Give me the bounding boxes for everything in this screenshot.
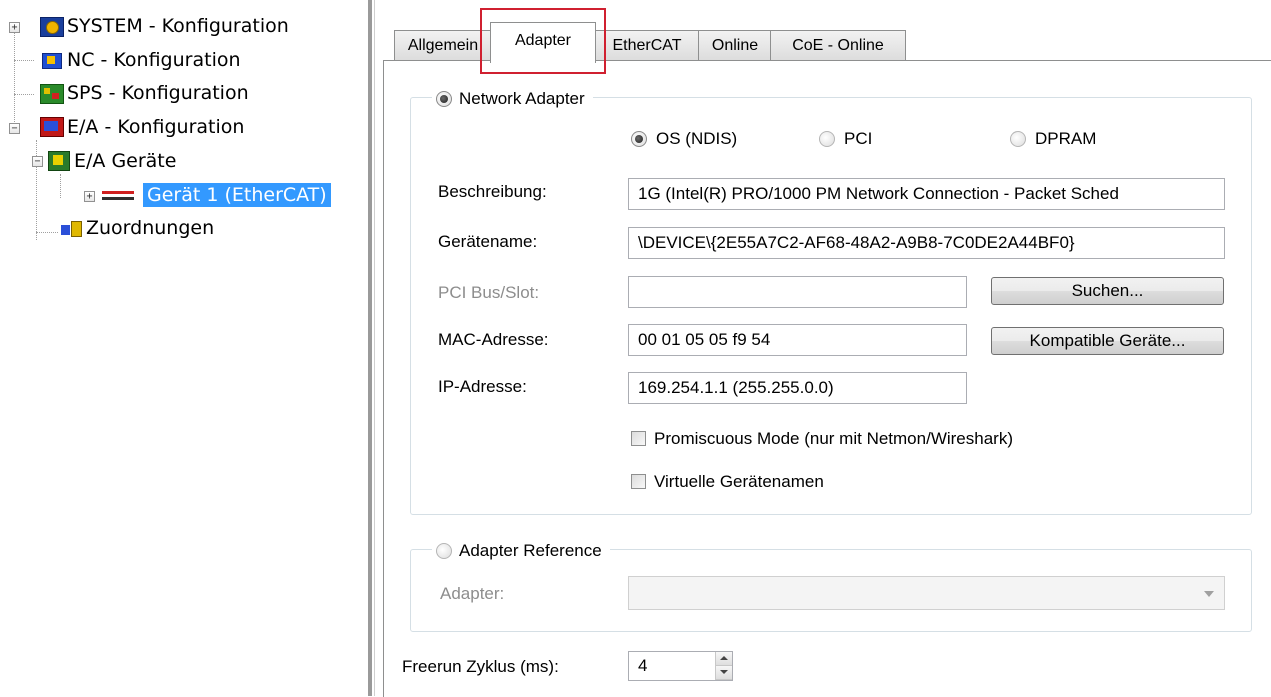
network-adapter-legend: Network Adapter — [432, 87, 593, 111]
adapter-reference-radio[interactable] — [436, 542, 452, 559]
mappings-icon — [60, 219, 82, 237]
network-adapter-label: Network Adapter — [459, 89, 585, 108]
pane-splitter[interactable] — [368, 0, 372, 696]
tree-line — [60, 174, 61, 198]
promiscuous-checkbox[interactable] — [631, 431, 646, 446]
tree-line — [36, 232, 58, 233]
radio-dpram[interactable] — [1010, 131, 1026, 147]
radio-dpram-label: DPRAM — [1035, 129, 1097, 148]
beschreibung-label: Beschreibung: — [438, 182, 547, 201]
radio-os-ndis[interactable] — [631, 131, 647, 147]
pci-bus-slot-label: PCI Bus/Slot: — [438, 283, 540, 302]
tree-line — [14, 60, 34, 61]
tree-item-system[interactable]: SYSTEM - Konfiguration — [67, 14, 289, 38]
plc-config-icon — [40, 84, 64, 104]
freerun-value: 4 — [638, 656, 648, 675]
geraetename-field[interactable]: \DEVICE\{2E55A7C2-AF68-48A2-A9B8-7C0DE2A… — [628, 227, 1225, 259]
geraetename-label: Gerätename: — [438, 232, 538, 251]
expand-toggle-system[interactable]: + — [9, 22, 20, 33]
tree-item-plc[interactable]: SPS - Konfiguration — [67, 81, 249, 105]
tab-ethercat[interactable]: EtherCAT — [594, 30, 700, 61]
system-config-icon — [40, 17, 64, 37]
radio-pci-label: PCI — [844, 129, 873, 148]
beschreibung-field[interactable]: 1G (Intel(R) PRO/1000 PM Network Connect… — [628, 178, 1225, 210]
virtuelle-label: Virtuelle Gerätenamen — [654, 472, 824, 491]
divider — [374, 0, 375, 696]
spin-buttons — [715, 652, 732, 680]
adapter-label: Adapter: — [440, 584, 505, 603]
spin-up-icon[interactable] — [716, 652, 732, 666]
tree-item-device1[interactable]: Gerät 1 (EtherCAT) — [143, 183, 331, 207]
network-adapter-radio[interactable] — [436, 90, 452, 107]
virtuelle-checkbox[interactable] — [631, 474, 646, 489]
collapse-toggle-io-devices[interactable]: − — [32, 156, 43, 167]
pci-bus-slot-field[interactable] — [628, 276, 967, 308]
radio-pci[interactable] — [819, 131, 835, 147]
tab-online[interactable]: Online — [698, 30, 772, 61]
tree-line — [14, 32, 15, 128]
io-devices-icon — [48, 151, 70, 171]
highlight-box — [480, 8, 606, 74]
config-tree: + SYSTEM - Konfiguration NC - Konfigurat… — [0, 0, 368, 696]
io-config-icon — [40, 117, 64, 137]
tree-item-mappings[interactable]: Zuordnungen — [86, 216, 214, 240]
mac-label: MAC-Adresse: — [438, 330, 549, 349]
kompatible-geraete-button[interactable]: Kompatible Geräte... — [991, 327, 1224, 355]
tree-item-io[interactable]: E/A - Konfiguration — [67, 115, 244, 139]
suchen-button[interactable]: Suchen... — [991, 277, 1224, 305]
tree-item-nc[interactable]: NC - Konfiguration — [67, 48, 241, 72]
ip-label: IP-Adresse: — [438, 377, 527, 396]
tree-line — [36, 140, 37, 240]
ip-field[interactable]: 169.254.1.1 (255.255.0.0) — [628, 372, 967, 404]
adapter-reference-legend: Adapter Reference — [432, 539, 610, 563]
tab-coe-online[interactable]: CoE - Online — [770, 30, 906, 61]
spin-down-icon[interactable] — [716, 666, 732, 680]
tree-item-io-devices[interactable]: E/A Geräte — [74, 149, 176, 173]
tree-line — [14, 94, 34, 95]
mac-field[interactable]: 00 01 05 05 f9 54 — [628, 324, 967, 356]
chevron-down-icon — [1204, 591, 1214, 597]
expand-toggle-device1[interactable]: + — [84, 191, 95, 202]
collapse-toggle-io[interactable]: − — [9, 123, 20, 134]
ethercat-device-icon — [100, 186, 138, 204]
adapter-combobox[interactable] — [628, 576, 1225, 610]
tab-allgemein[interactable]: Allgemein — [394, 30, 492, 61]
nc-config-icon — [40, 51, 62, 69]
freerun-label: Freerun Zyklus (ms): — [402, 657, 559, 676]
freerun-stepper[interactable]: 4 — [628, 651, 733, 681]
radio-os-ndis-label: OS (NDIS) — [656, 129, 738, 148]
adapter-reference-label: Adapter Reference — [459, 541, 602, 560]
promiscuous-label: Promiscuous Mode (nur mit Netmon/Wiresha… — [654, 429, 1013, 448]
